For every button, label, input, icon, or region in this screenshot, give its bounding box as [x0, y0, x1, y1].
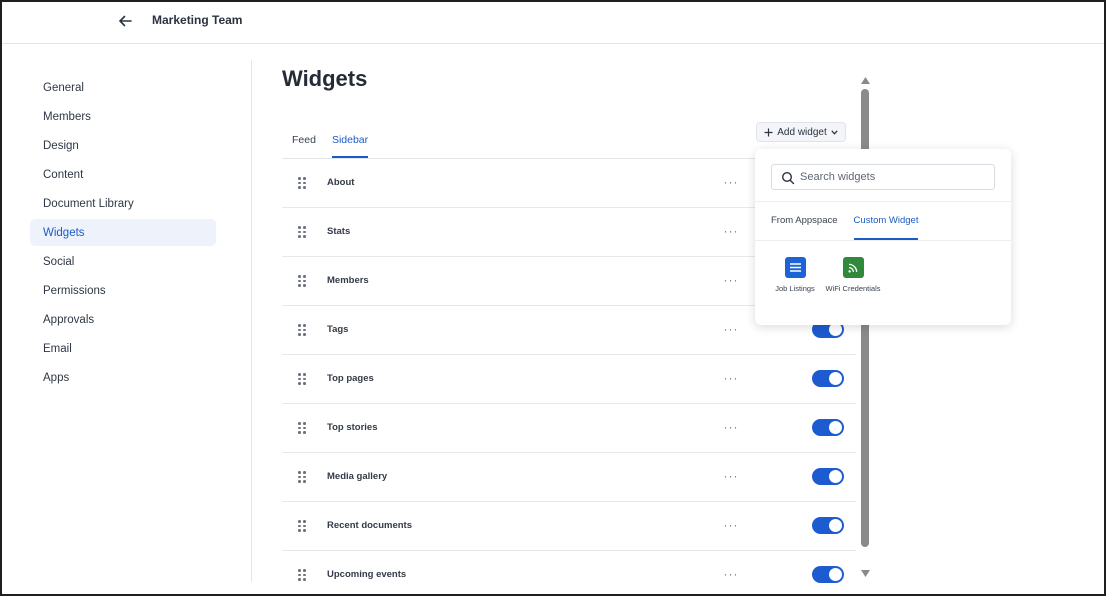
nav-item-permissions[interactable]: Permissions [30, 277, 216, 304]
widget-tabs: Feed Sidebar [282, 126, 369, 158]
widget-toggle[interactable] [812, 517, 844, 534]
widget-row: Recent documents ··· [282, 502, 856, 551]
widget-option-wifi-credentials[interactable]: WiFi Credentials [823, 257, 883, 294]
drag-handle-icon[interactable] [298, 422, 308, 434]
nav-item-widgets[interactable]: Widgets [30, 219, 216, 246]
drag-handle-icon[interactable] [298, 226, 308, 238]
widget-row-label: Recent documents [327, 520, 412, 531]
popup-tabs: From Appspace Custom Widget [771, 213, 919, 240]
rss-icon [842, 257, 864, 278]
widget-row: Upcoming events ··· [282, 551, 856, 596]
widget-toggle[interactable] [812, 566, 844, 583]
nav-item-approvals[interactable]: Approvals [30, 306, 216, 333]
more-options-icon[interactable]: ··· [722, 224, 740, 238]
scroll-down-arrow[interactable] [860, 568, 870, 578]
scroll-up-arrow[interactable] [860, 75, 870, 85]
nav-item-apps[interactable]: Apps [30, 364, 216, 391]
nav-item-design[interactable]: Design [30, 132, 216, 159]
list-icon [784, 257, 806, 278]
triangle-down-icon [860, 569, 870, 577]
tab-custom-widget[interactable]: Custom Widget [853, 213, 919, 240]
search-widgets-input[interactable] [800, 168, 990, 186]
settings-nav: General Members Design Content Document … [30, 74, 216, 393]
widget-toggle[interactable] [812, 370, 844, 387]
nav-item-general[interactable]: General [30, 74, 216, 101]
more-options-icon[interactable]: ··· [722, 420, 740, 434]
search-icon [781, 171, 795, 185]
widget-row-label: Upcoming events [327, 569, 407, 580]
search-box [771, 164, 995, 190]
widget-row: Top pages ··· [282, 355, 856, 404]
drag-handle-icon[interactable] [298, 373, 308, 385]
nav-item-document-library[interactable]: Document Library [30, 190, 216, 217]
more-options-icon[interactable]: ··· [722, 469, 740, 483]
widget-row-label: Stats [327, 226, 351, 237]
widget-option-label: Job Listings [775, 284, 815, 293]
tab-sidebar[interactable]: Sidebar [331, 126, 369, 158]
drag-handle-icon[interactable] [298, 569, 308, 581]
tab-feed[interactable]: Feed [282, 126, 316, 158]
plus-icon [764, 128, 773, 136]
widget-row: Media gallery ··· [282, 453, 856, 502]
add-widget-dropdown: From Appspace Custom Widget Job Listings… [755, 149, 1011, 325]
top-header: Marketing Team [2, 2, 1104, 44]
widget-toggle[interactable] [812, 419, 844, 436]
drag-handle-icon[interactable] [298, 471, 308, 483]
widget-row-label: Top pages [327, 373, 374, 384]
more-options-icon[interactable]: ··· [722, 273, 740, 287]
widget-row: Top stories ··· [282, 404, 856, 453]
more-options-icon[interactable]: ··· [722, 518, 740, 532]
widget-row-label: Media gallery [327, 471, 388, 482]
triangle-up-icon [860, 76, 870, 84]
nav-item-content[interactable]: Content [30, 161, 216, 188]
drag-handle-icon[interactable] [298, 275, 308, 287]
more-options-icon[interactable]: ··· [722, 371, 740, 385]
drag-handle-icon[interactable] [298, 177, 308, 189]
drag-handle-icon[interactable] [298, 520, 308, 532]
widget-row-label: Top stories [327, 422, 378, 433]
nav-divider [251, 60, 252, 582]
widget-option-job-listings[interactable]: Job Listings [765, 257, 825, 294]
popup-divider-top [755, 201, 1011, 202]
widget-row-label: Tags [327, 324, 349, 335]
nav-item-social[interactable]: Social [30, 248, 216, 275]
drag-handle-icon[interactable] [298, 324, 308, 336]
widget-toggle[interactable] [812, 468, 844, 485]
chevron-down-icon [831, 129, 838, 135]
widget-row-label: Members [327, 275, 369, 286]
tab-from-appspace[interactable]: From Appspace [771, 213, 838, 240]
nav-item-email[interactable]: Email [30, 335, 216, 362]
team-title: Marketing Team [152, 13, 243, 27]
widget-option-label: WiFi Credentials [825, 284, 881, 293]
add-widget-label: Add widget [777, 126, 827, 138]
more-options-icon[interactable]: ··· [722, 175, 740, 189]
popup-divider-tabs [755, 240, 1011, 241]
more-options-icon[interactable]: ··· [722, 322, 740, 336]
more-options-icon[interactable]: ··· [722, 567, 740, 581]
widget-row-label: About [327, 177, 355, 188]
arrow-left-icon [119, 15, 132, 27]
back-button[interactable] [114, 10, 136, 32]
add-widget-button[interactable]: Add widget [756, 122, 846, 142]
page-title: Widgets [282, 66, 368, 91]
nav-item-members[interactable]: Members [30, 103, 216, 130]
